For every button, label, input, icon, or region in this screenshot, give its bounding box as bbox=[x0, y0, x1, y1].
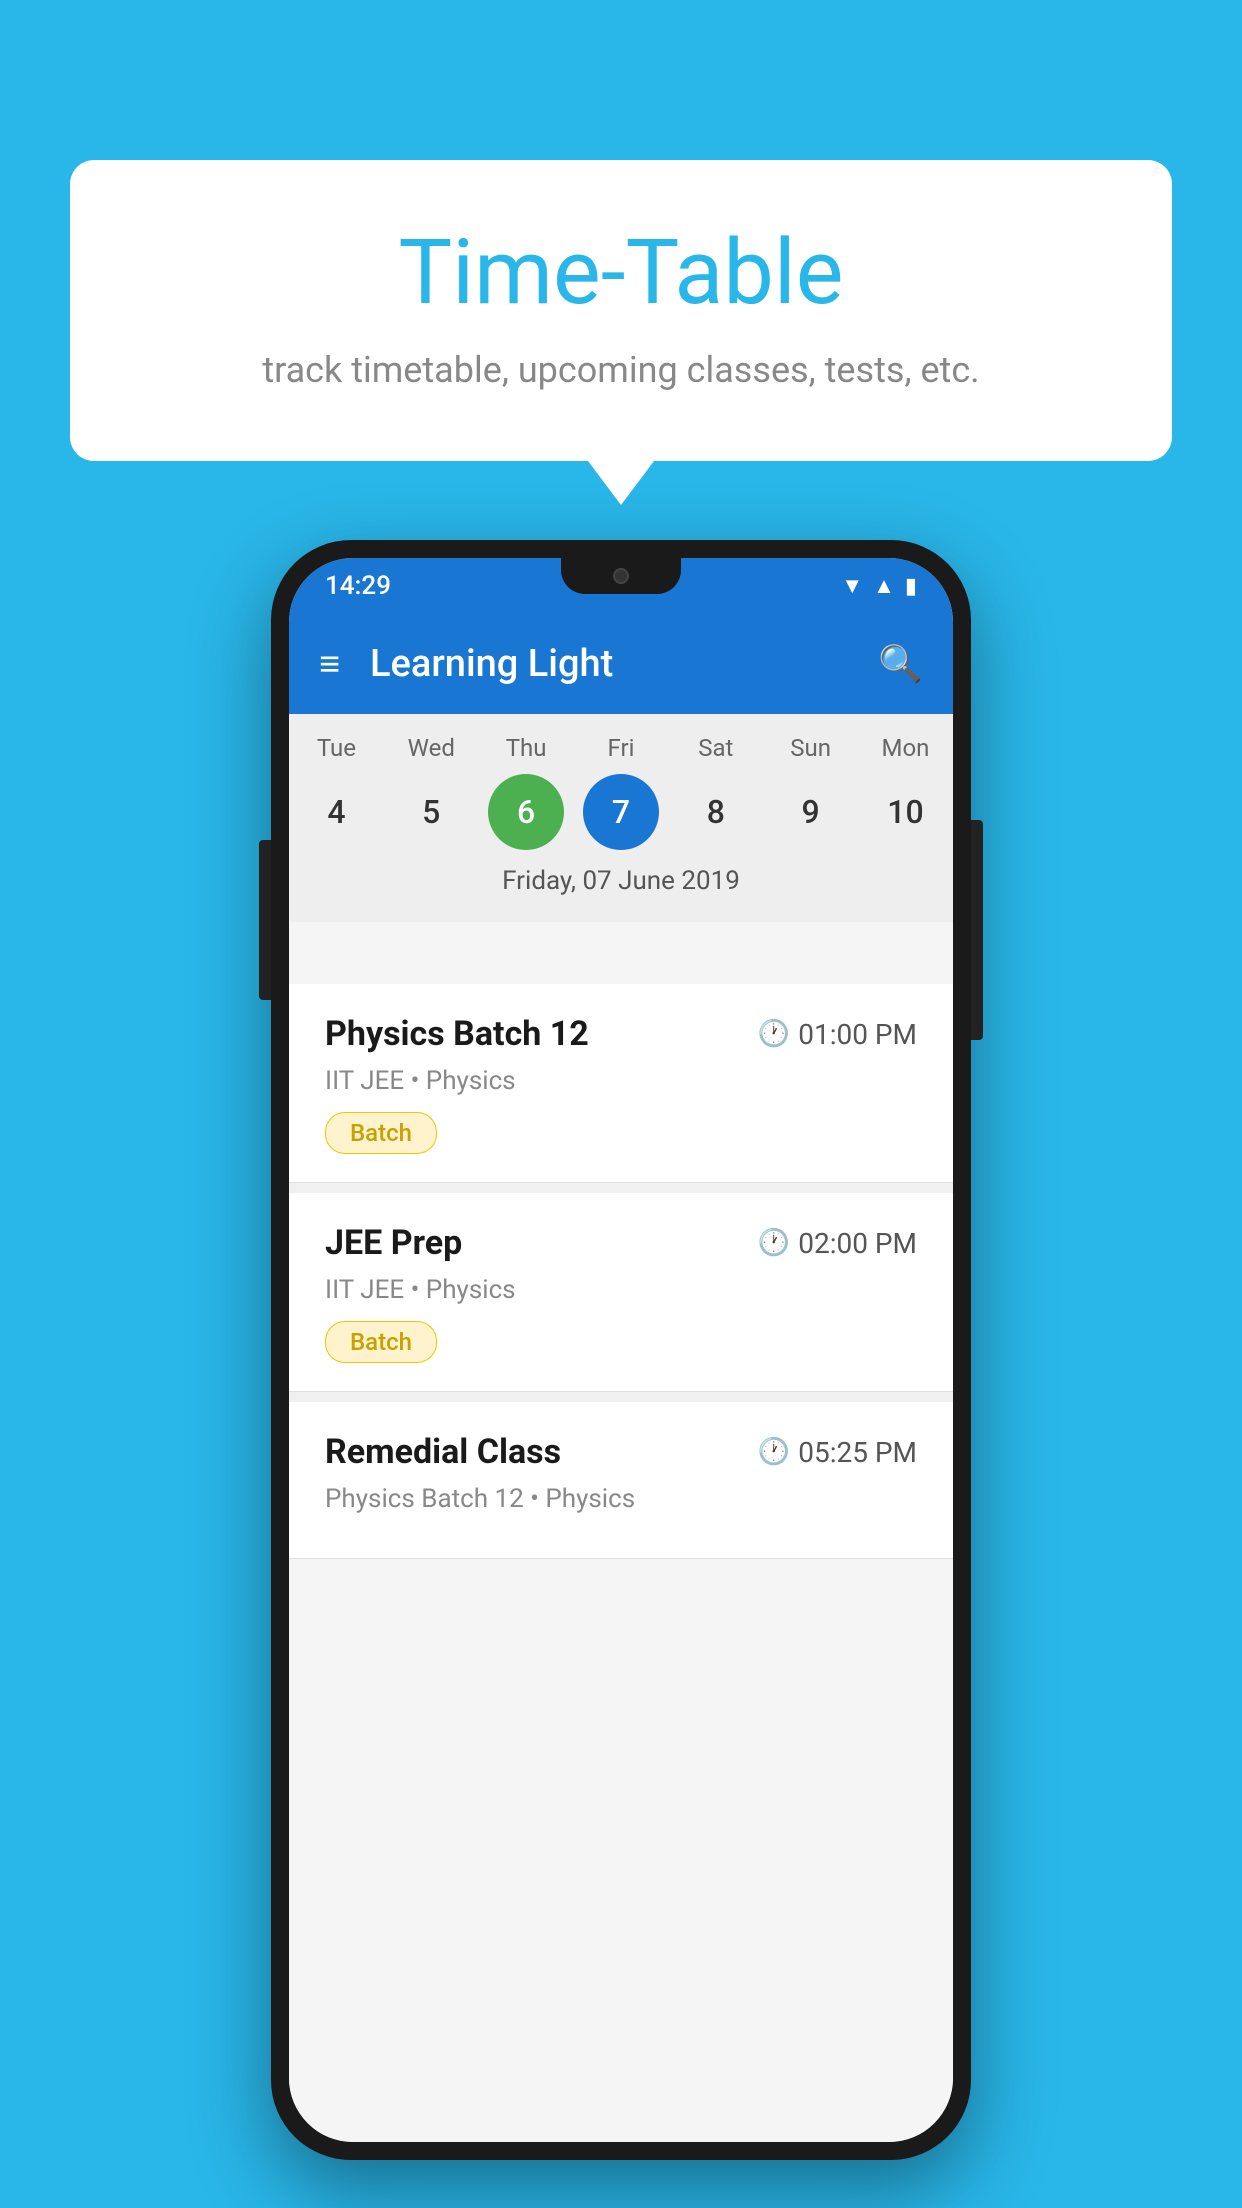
speech-bubble-section: Time-Table track timetable, upcoming cla… bbox=[70, 160, 1172, 461]
date-6-today[interactable]: 6 bbox=[488, 774, 564, 850]
card-2-header: JEE Prep 🕐 02:00 PM bbox=[325, 1223, 917, 1263]
day-sat: Sat bbox=[678, 734, 754, 762]
day-fri: Fri bbox=[583, 734, 659, 762]
date-4[interactable]: 4 bbox=[298, 774, 374, 850]
days-row: Tue Wed Thu Fri Sat Sun Mon bbox=[289, 734, 953, 762]
bubble-title: Time-Table bbox=[150, 220, 1092, 325]
card-1-header: Physics Batch 12 🕐 01:00 PM bbox=[325, 1014, 917, 1054]
clock-icon-2: 🕐 bbox=[758, 1228, 790, 1258]
phone-outer: 14:29 ▼ ▲ ▮ ≡ Learning Light 🔍 Tue Wed T… bbox=[271, 540, 971, 2160]
time-value-3: 05:25 PM bbox=[798, 1436, 917, 1469]
clock-icon-1: 🕐 bbox=[758, 1019, 790, 1049]
divider-1 bbox=[289, 1183, 953, 1193]
divider-2 bbox=[289, 1392, 953, 1402]
selected-date-label: Friday, 07 June 2019 bbox=[289, 866, 953, 912]
class-time-3: 🕐 05:25 PM bbox=[758, 1436, 917, 1469]
speech-bubble: Time-Table track timetable, upcoming cla… bbox=[70, 160, 1172, 461]
day-tue: Tue bbox=[298, 734, 374, 762]
battery-icon: ▮ bbox=[905, 574, 917, 599]
status-time: 14:29 bbox=[325, 571, 391, 601]
time-value-2: 02:00 PM bbox=[798, 1227, 917, 1260]
status-icons: ▼ ▲ ▮ bbox=[841, 573, 917, 599]
search-icon[interactable]: 🔍 bbox=[878, 643, 923, 685]
class-meta-2: IIT JEE • Physics bbox=[325, 1275, 917, 1305]
time-value-1: 01:00 PM bbox=[798, 1018, 917, 1051]
class-time-2: 🕐 02:00 PM bbox=[758, 1227, 917, 1260]
class-time-1: 🕐 01:00 PM bbox=[758, 1018, 917, 1051]
day-sun: Sun bbox=[773, 734, 849, 762]
date-8[interactable]: 8 bbox=[678, 774, 754, 850]
calendar-strip: Tue Wed Thu Fri Sat Sun Mon 4 5 6 7 8 9 … bbox=[289, 714, 953, 922]
class-meta-3: Physics Batch 12 • Physics bbox=[325, 1484, 917, 1514]
class-name-3: Remedial Class bbox=[325, 1432, 561, 1472]
batch-badge-2: Batch bbox=[325, 1321, 437, 1363]
class-card-1[interactable]: Physics Batch 12 🕐 01:00 PM IIT JEE • Ph… bbox=[289, 984, 953, 1183]
wifi-icon: ▼ bbox=[841, 573, 863, 599]
day-thu: Thu bbox=[488, 734, 564, 762]
phone-screen: 14:29 ▼ ▲ ▮ ≡ Learning Light 🔍 Tue Wed T… bbox=[289, 558, 953, 2142]
day-wed: Wed bbox=[393, 734, 469, 762]
class-meta-1: IIT JEE • Physics bbox=[325, 1066, 917, 1096]
class-name-2: JEE Prep bbox=[325, 1223, 462, 1263]
signal-icon: ▲ bbox=[873, 573, 895, 599]
camera-notch bbox=[613, 568, 629, 584]
date-7-selected[interactable]: 7 bbox=[583, 774, 659, 850]
phone-notch bbox=[561, 558, 681, 594]
app-title: Learning Light bbox=[370, 642, 878, 686]
class-card-2[interactable]: JEE Prep 🕐 02:00 PM IIT JEE • Physics Ba… bbox=[289, 1193, 953, 1392]
date-5[interactable]: 5 bbox=[393, 774, 469, 850]
date-10[interactable]: 10 bbox=[867, 774, 943, 850]
card-3-header: Remedial Class 🕐 05:25 PM bbox=[325, 1432, 917, 1472]
clock-icon-3: 🕐 bbox=[758, 1437, 790, 1467]
date-9[interactable]: 9 bbox=[773, 774, 849, 850]
class-name-1: Physics Batch 12 bbox=[325, 1014, 589, 1054]
dates-row: 4 5 6 7 8 9 10 bbox=[289, 774, 953, 850]
hamburger-icon[interactable]: ≡ bbox=[319, 646, 340, 682]
batch-badge-1: Batch bbox=[325, 1112, 437, 1154]
app-bar: ≡ Learning Light 🔍 bbox=[289, 614, 953, 714]
phone-mockup: 14:29 ▼ ▲ ▮ ≡ Learning Light 🔍 Tue Wed T… bbox=[271, 540, 971, 2160]
day-mon: Mon bbox=[867, 734, 943, 762]
bubble-subtitle: track timetable, upcoming classes, tests… bbox=[150, 349, 1092, 391]
class-card-3[interactable]: Remedial Class 🕐 05:25 PM Physics Batch … bbox=[289, 1402, 953, 1559]
content-area: Physics Batch 12 🕐 01:00 PM IIT JEE • Ph… bbox=[289, 984, 953, 2142]
